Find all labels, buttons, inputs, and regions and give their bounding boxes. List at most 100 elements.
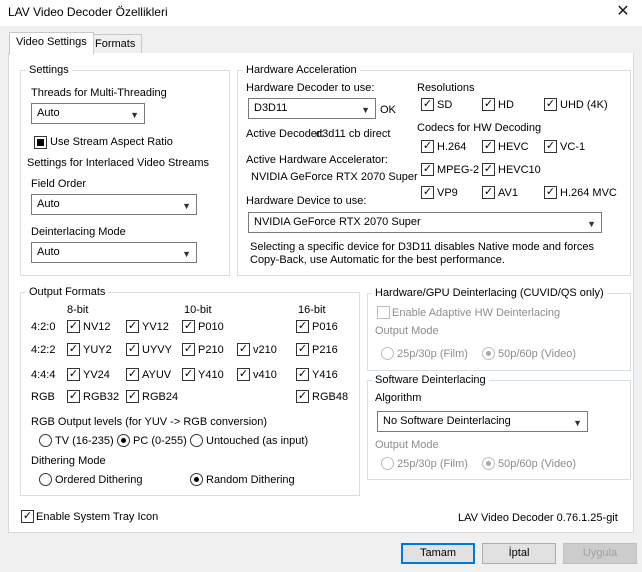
stream-aspect-checkbox[interactable] xyxy=(34,136,47,149)
settings-group-label: Settings xyxy=(26,64,72,76)
rgb-untouched-radio[interactable] xyxy=(190,434,203,447)
fmt-yuy2-label: YUY2 xyxy=(83,344,112,356)
res-sd-checkbox[interactable]: ✓ xyxy=(421,98,434,111)
field-order-select[interactable]: Auto ▼ xyxy=(31,194,197,215)
close-icon[interactable]: ✕ xyxy=(608,2,638,22)
codec-mpeg2-label: MPEG-2 xyxy=(437,164,480,176)
fmt-ayuv-checkbox[interactable]: ✓ xyxy=(126,368,139,381)
hw-deint-video-radio[interactable] xyxy=(482,347,495,360)
tab-formats[interactable]: Formats xyxy=(88,34,143,55)
chevron-down-icon: ▼ xyxy=(573,418,582,428)
codec-hevc-label: HEVC xyxy=(498,141,529,153)
fmt-y416-checkbox[interactable]: ✓ xyxy=(296,368,309,381)
fmt-p216-label: P216 xyxy=(312,344,338,356)
chevron-down-icon: ▼ xyxy=(587,219,596,229)
hw-decoder-select[interactable]: D3D11 ▼ xyxy=(248,98,376,119)
apply-button[interactable]: Uygula xyxy=(563,543,637,564)
col-16bit-label: 16-bit xyxy=(298,304,326,316)
active-decoder-value: d3d11 cb direct xyxy=(316,128,391,140)
fmt-nv12-label: NV12 xyxy=(83,321,111,333)
codec-vc1-checkbox[interactable]: ✓ xyxy=(544,140,557,153)
hw-device-select[interactable]: NVIDIA GeForce RTX 2070 Super ▼ xyxy=(248,212,602,233)
rgb-untouched-label: Untouched (as input) xyxy=(206,435,309,447)
fmt-yv12-checkbox[interactable]: ✓ xyxy=(126,320,139,333)
hw-deint-output-mode-label: Output Mode xyxy=(375,325,439,337)
res-hd-checkbox[interactable]: ✓ xyxy=(482,98,495,111)
cancel-button[interactable]: İptal xyxy=(482,543,556,564)
codec-h264-checkbox[interactable]: ✓ xyxy=(421,140,434,153)
codec-hevc10-checkbox[interactable]: ✓ xyxy=(482,163,495,176)
fmt-rgb48-checkbox[interactable]: ✓ xyxy=(296,390,309,403)
fmt-p210-checkbox[interactable]: ✓ xyxy=(182,343,195,356)
chevron-down-icon: ▼ xyxy=(361,105,370,115)
fmt-yuy2-checkbox[interactable]: ✓ xyxy=(67,343,80,356)
system-tray-checkbox[interactable]: ✓ xyxy=(21,510,34,523)
hw-decoder-label: Hardware Decoder to use: xyxy=(246,82,375,94)
rgb-pc-label: PC (0-255) xyxy=(133,435,187,447)
dither-ordered-label: Ordered Dithering xyxy=(55,474,143,486)
deint-mode-value: Auto xyxy=(37,246,60,258)
fmt-p216-checkbox[interactable]: ✓ xyxy=(296,343,309,356)
fmt-p010-label: P010 xyxy=(198,321,224,333)
rgb-pc-radio[interactable] xyxy=(117,434,130,447)
codecs-label: Codecs for HW Decoding xyxy=(417,122,542,134)
fmt-p016-label: P016 xyxy=(312,321,338,333)
codec-h264mvc-label: H.264 MVC xyxy=(560,187,617,199)
ok-button[interactable]: Tamam xyxy=(401,543,475,564)
fmt-v410-checkbox[interactable]: ✓ xyxy=(237,368,250,381)
dither-random-radio[interactable] xyxy=(190,473,203,486)
output-formats-label: Output Formats xyxy=(26,286,109,298)
row-422-label: 4:2:2 xyxy=(31,344,56,356)
hw-deint-video-label: 50p/60p (Video) xyxy=(498,348,577,360)
col-10bit-label: 10-bit xyxy=(184,304,212,316)
codec-vp9-label: VP9 xyxy=(437,187,458,199)
hwaccel-group-label: Hardware Acceleration xyxy=(243,64,360,76)
codec-mpeg2-checkbox[interactable]: ✓ xyxy=(421,163,434,176)
rgb-tv-label: TV (16-235) xyxy=(55,435,114,447)
fmt-y410-label: Y410 xyxy=(198,369,224,381)
codec-av1-label: AV1 xyxy=(498,187,518,199)
threads-select[interactable]: Auto ▼ xyxy=(31,103,145,124)
field-order-value: Auto xyxy=(37,198,60,210)
field-order-label: Field Order xyxy=(31,178,87,190)
hw-device-value: NVIDIA GeForce RTX 2070 Super xyxy=(254,216,421,228)
chevron-down-icon: ▼ xyxy=(182,249,191,259)
codec-vp9-checkbox[interactable]: ✓ xyxy=(421,186,434,199)
fmt-rgb32-label: RGB32 xyxy=(83,391,120,403)
sw-deint-video-label: 50p/60p (Video) xyxy=(498,458,577,470)
tab-video-settings[interactable]: Video Settings xyxy=(9,32,94,55)
codec-h264mvc-checkbox[interactable]: ✓ xyxy=(544,186,557,199)
codec-av1-checkbox[interactable]: ✓ xyxy=(482,186,495,199)
fmt-p016-checkbox[interactable]: ✓ xyxy=(296,320,309,333)
res-hd-label: HD xyxy=(498,99,514,111)
fmt-p010-checkbox[interactable]: ✓ xyxy=(182,320,195,333)
sw-deint-film-radio[interactable] xyxy=(381,457,394,470)
dithering-label: Dithering Mode xyxy=(31,455,106,467)
res-uhd-checkbox[interactable]: ✓ xyxy=(544,98,557,111)
fmt-rgb24-label: RGB24 xyxy=(142,391,179,403)
fmt-y410-checkbox[interactable]: ✓ xyxy=(182,368,195,381)
sw-deint-video-radio[interactable] xyxy=(482,457,495,470)
fmt-v210-checkbox[interactable]: ✓ xyxy=(237,343,250,356)
fmt-rgb32-checkbox[interactable]: ✓ xyxy=(67,390,80,403)
codec-h264-label: H.264 xyxy=(437,141,467,153)
fmt-v210-label: v210 xyxy=(253,344,277,356)
fmt-nv12-checkbox[interactable]: ✓ xyxy=(67,320,80,333)
hw-deint-film-radio[interactable] xyxy=(381,347,394,360)
resolutions-label: Resolutions xyxy=(417,82,475,94)
fmt-rgb24-checkbox[interactable]: ✓ xyxy=(126,390,139,403)
deint-mode-select[interactable]: Auto ▼ xyxy=(31,242,197,263)
rgb-tv-radio[interactable] xyxy=(39,434,52,447)
fmt-yv24-checkbox[interactable]: ✓ xyxy=(67,368,80,381)
sw-deint-algorithm-select[interactable]: No Software Deinterlacing ▼ xyxy=(377,411,588,432)
dither-ordered-radio[interactable] xyxy=(39,473,52,486)
hw-device-label: Hardware Device to use: xyxy=(246,195,367,207)
stream-aspect-label: Use Stream Aspect Ratio xyxy=(50,136,173,148)
hw-note-line1: Selecting a specific device for D3D11 di… xyxy=(250,241,595,253)
hw-deint-enable-checkbox[interactable] xyxy=(377,306,390,319)
codec-hevc-checkbox[interactable]: ✓ xyxy=(482,140,495,153)
active-decoder-label: Active Decoder: xyxy=(246,128,324,140)
chevron-down-icon: ▼ xyxy=(130,110,139,120)
active-accel-label: Active Hardware Accelerator: xyxy=(246,154,388,166)
fmt-uyvy-checkbox[interactable]: ✓ xyxy=(126,343,139,356)
